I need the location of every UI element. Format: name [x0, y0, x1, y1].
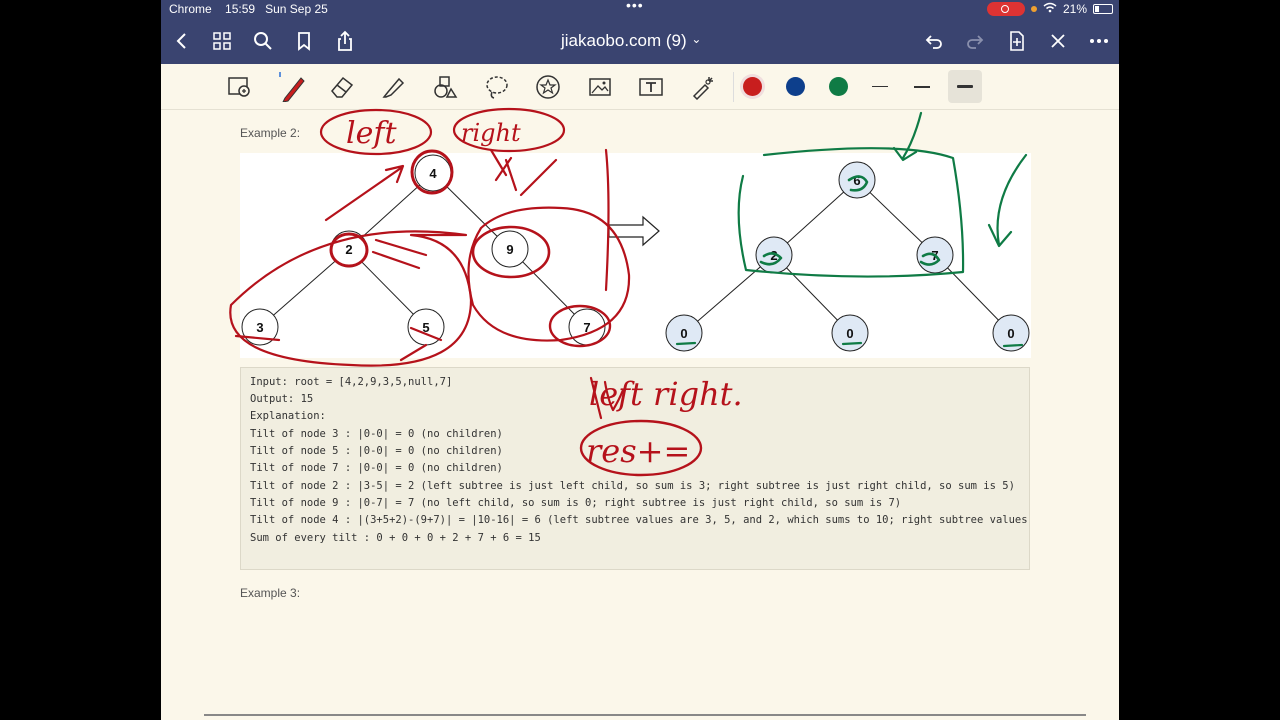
status-left: Chrome 15:59 Sun Sep 25 [169, 2, 328, 16]
app-frame: Chrome 15:59 Sun Sep 25 ••• 21% jiakaobo… [161, 0, 1119, 720]
code-line: Sum of every tilt : 0 + 0 + 0 + 2 + 7 + … [250, 532, 541, 544]
redo-button[interactable] [964, 30, 986, 52]
battery-icon [1093, 4, 1113, 14]
highlighter-icon [382, 77, 405, 98]
chevron-left-icon [176, 33, 186, 49]
undo-icon [925, 35, 942, 49]
code-line: Output: 15 [250, 393, 314, 405]
right-tree-edges [683, 179, 1012, 334]
right-node-label: 0 [680, 326, 687, 341]
grid-icon [213, 32, 231, 50]
green-color-swatch[interactable] [829, 77, 848, 96]
tree-diagram: 4 2 9 3 5 7 6 2 7 0 0 0 [240, 153, 1031, 358]
sticker-icon [536, 75, 560, 99]
bookmark-icon [298, 32, 310, 51]
shapes-tool[interactable] [432, 74, 458, 100]
shapes-icon [434, 76, 458, 98]
right-node-label: 7 [931, 248, 938, 263]
status-bar: Chrome 15:59 Sun Sep 25 ••• 21% [161, 0, 1119, 19]
medium-stroke-option[interactable] [914, 86, 930, 88]
thick-stroke-line [957, 85, 973, 88]
battery-percent: 21% [1062, 2, 1087, 16]
thin-stroke-option[interactable] [872, 86, 888, 87]
code-line: Tilt of node 2 : |3-5| = 2 (left subtree… [250, 480, 1015, 492]
undo-button[interactable] [923, 30, 945, 52]
eraser-icon [331, 76, 354, 98]
share-button[interactable] [334, 30, 356, 52]
left-node-label: 3 [256, 320, 263, 335]
close-button[interactable] [1047, 30, 1069, 52]
left-node-label: 9 [506, 242, 513, 257]
wifi-icon [1043, 2, 1057, 16]
code-line: Tilt of node 4 : |(3+5+2)-(9+7)| = |10-1… [250, 514, 1028, 526]
sticker-tool[interactable] [535, 74, 561, 100]
lasso-icon [486, 76, 508, 99]
add-page-icon [1010, 31, 1024, 51]
redo-icon [967, 35, 984, 49]
share-icon [338, 30, 352, 51]
code-line: Tilt of node 5 : |0-0| = 0 (no children) [250, 445, 503, 457]
code-line: Tilt of node 3 : |0-0| = 0 (no children) [250, 428, 503, 440]
status-date: Sun Sep 25 [265, 2, 328, 16]
pen-tool[interactable] [277, 70, 305, 103]
page-bottom-divider [204, 714, 1086, 716]
search-button[interactable] [252, 30, 274, 52]
arrow-icon [608, 215, 660, 247]
status-time: 15:59 [225, 2, 256, 16]
document-page[interactable]: Example 2: 4 2 9 3 5 7 6 2 7 0 0 0 Input… [161, 110, 1119, 720]
search-icon [254, 32, 272, 50]
mic-indicator-icon [1030, 6, 1037, 12]
right-node-label: 2 [770, 248, 777, 263]
text-tool[interactable] [638, 74, 664, 100]
screen-recording-icon[interactable] [986, 2, 1025, 16]
code-line: Input: root = [4,2,9,3,5,null,7] [250, 376, 453, 388]
image-tool[interactable] [587, 74, 613, 100]
bookmark-button[interactable] [293, 30, 315, 52]
left-node-label: 2 [345, 242, 352, 257]
pen-icon [279, 72, 305, 103]
laser-pointer-icon [692, 77, 713, 101]
drawing-toolbar [161, 64, 1119, 110]
tree-diagram-svg: 4 2 9 3 5 7 6 2 7 0 0 0 [241, 154, 1030, 352]
grid-view-button[interactable] [211, 30, 233, 52]
left-tree-edges [259, 172, 588, 328]
blue-color-swatch[interactable] [786, 77, 805, 96]
text-box-icon [639, 78, 663, 96]
nav-bar: jiakaobo.com (9) ⌄ [161, 19, 1119, 64]
document-title-text: jiakaobo.com (9) [561, 31, 687, 50]
red-color-swatch[interactable] [743, 77, 762, 96]
example-3-label: Example 3: [240, 586, 301, 600]
example-code-block: Input: root = [4,2,9,3,5,null,7] Output:… [240, 367, 1030, 570]
left-node-label: 5 [422, 320, 429, 335]
document-title[interactable]: jiakaobo.com (9) ⌄ [561, 31, 701, 51]
code-line: Explanation: [250, 410, 326, 422]
back-button[interactable] [171, 30, 193, 52]
lasso-tool[interactable] [484, 74, 510, 100]
code-line: Tilt of node 7 : |0-0| = 0 (no children) [250, 462, 503, 474]
code-line: Tilt of node 9 : |0-7| = 7 (no left chil… [250, 497, 902, 509]
multitasking-dots-icon[interactable]: ••• [626, 0, 644, 13]
right-node-label: 0 [1007, 326, 1014, 341]
image-icon [589, 78, 611, 96]
close-edit-icon [1051, 34, 1065, 48]
thick-stroke-option[interactable] [948, 70, 982, 103]
right-node-label: 6 [853, 173, 860, 188]
zoom-box-tool[interactable] [227, 74, 253, 100]
example-2-label: Example 2: [240, 126, 301, 140]
eraser-tool[interactable] [329, 74, 355, 100]
more-button[interactable] [1088, 30, 1110, 52]
laser-pointer-tool[interactable] [690, 74, 716, 101]
chevron-down-icon: ⌄ [691, 32, 702, 46]
add-page-button[interactable] [1006, 30, 1028, 52]
status-right: 21% [986, 2, 1113, 16]
left-node-label: 7 [583, 320, 590, 335]
back-to-app-link[interactable]: Chrome [169, 2, 212, 16]
more-icon [1090, 39, 1108, 43]
left-node-label: 4 [429, 166, 437, 181]
zoom-box-icon [228, 77, 250, 97]
right-node-label: 0 [846, 326, 853, 341]
toolbar-divider [733, 72, 734, 102]
highlighter-tool[interactable] [380, 74, 406, 100]
